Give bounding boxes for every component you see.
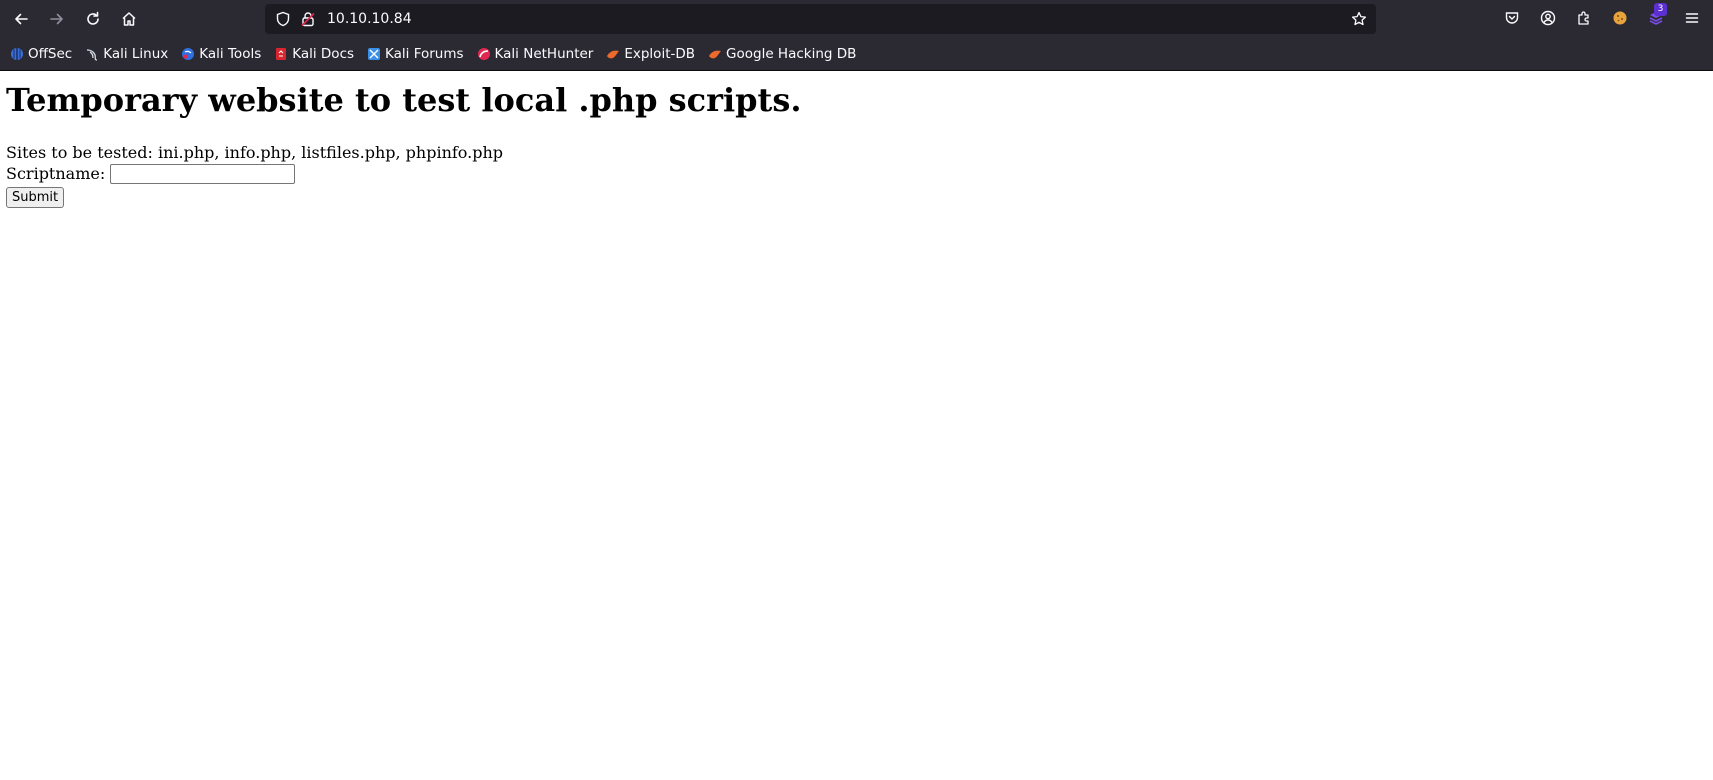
- bookmark-label: Kali Linux: [103, 46, 169, 62]
- bookmark-label: Google Hacking DB: [726, 46, 857, 62]
- bookmarks-bar: OffSec Kali Linux Kali Tools Kali Docs K…: [0, 38, 1713, 71]
- kali-dragon-icon: [85, 47, 99, 61]
- url-bar[interactable]: 10.10.10.84: [265, 4, 1376, 34]
- bookmark-exploit-db[interactable]: Exploit-DB: [606, 46, 695, 62]
- nethunter-icon: [477, 47, 491, 61]
- ghdb-icon: [708, 47, 722, 61]
- exploit-db-icon: [606, 47, 620, 61]
- bookmark-label: Exploit-DB: [624, 46, 696, 62]
- bookmark-label: OffSec: [28, 46, 73, 62]
- home-icon[interactable]: [116, 6, 142, 32]
- offsec-icon: [10, 47, 24, 61]
- hamburger-menu-icon[interactable]: [1683, 9, 1701, 27]
- bookmark-label: Kali NetHunter: [494, 46, 594, 62]
- forward-arrow-icon[interactable]: [44, 6, 70, 32]
- bookmark-label: Kali Tools: [199, 46, 262, 62]
- bookmark-offsec[interactable]: OffSec: [10, 46, 72, 62]
- bookmark-kali-tools[interactable]: Kali Tools: [181, 46, 261, 62]
- bookmark-star-icon[interactable]: [1351, 11, 1367, 27]
- pocket-icon[interactable]: [1503, 9, 1521, 27]
- page-content: Temporary website to test local .php scr…: [0, 71, 1713, 214]
- account-icon[interactable]: [1539, 9, 1557, 27]
- browser-toolbar: 10.10.10.84 3: [0, 0, 1713, 38]
- reload-icon[interactable]: [80, 6, 106, 32]
- scriptname-label: Scriptname:: [6, 164, 106, 183]
- script-form: Scriptname: Submit: [6, 163, 1707, 208]
- bookmark-kali-forums[interactable]: Kali Forums: [367, 46, 464, 62]
- back-arrow-icon[interactable]: [8, 6, 34, 32]
- bookmark-kali-linux[interactable]: Kali Linux: [85, 46, 168, 62]
- url-text[interactable]: 10.10.10.84: [327, 4, 412, 34]
- scriptname-input[interactable]: [110, 164, 296, 184]
- sites-to-be-tested-text: Sites to be tested: ini.php, info.php, l…: [6, 143, 504, 162]
- extension-badge: 3: [1654, 3, 1667, 16]
- kali-docs-icon: [274, 47, 288, 61]
- bookmark-kali-docs[interactable]: Kali Docs: [274, 46, 354, 62]
- bookmark-kali-nethunter[interactable]: Kali NetHunter: [477, 46, 594, 62]
- extensions-icon[interactable]: [1575, 9, 1593, 27]
- kali-forums-icon: [367, 47, 381, 61]
- bookmark-google-hacking-db[interactable]: Google Hacking DB: [708, 46, 856, 62]
- kali-tools-icon: [181, 47, 195, 61]
- insecure-lock-icon[interactable]: [300, 11, 316, 27]
- page-heading: Temporary website to test local .php scr…: [6, 81, 802, 119]
- cookie-extension-icon[interactable]: [1611, 9, 1629, 27]
- bookmark-label: Kali Forums: [385, 46, 464, 62]
- bookmark-label: Kali Docs: [292, 46, 355, 62]
- tracking-shield-icon[interactable]: [275, 11, 291, 27]
- submit-button[interactable]: Submit: [6, 187, 65, 208]
- scriptname-row: Scriptname:: [6, 163, 1707, 185]
